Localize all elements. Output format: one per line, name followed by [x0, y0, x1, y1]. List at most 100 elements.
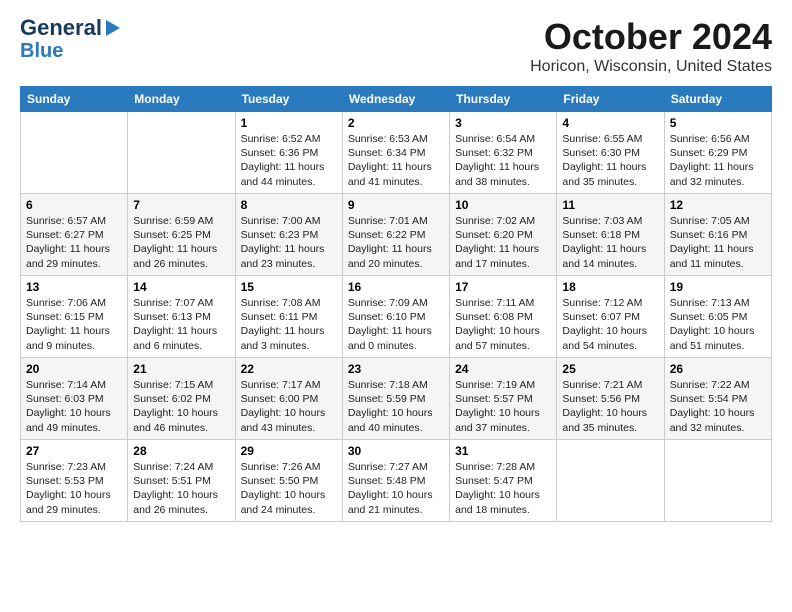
cell-content: Sunrise: 7:05 AMSunset: 6:16 PMDaylight:…: [670, 214, 766, 271]
day-number: 22: [241, 362, 337, 376]
table-row: 30 Sunrise: 7:27 AMSunset: 5:48 PMDayligh…: [342, 440, 449, 522]
cell-content: Sunrise: 7:12 AMSunset: 6:07 PMDaylight:…: [562, 296, 658, 353]
table-row: 5 Sunrise: 6:56 AMSunset: 6:29 PMDaylight…: [664, 112, 771, 194]
day-number: 27: [26, 444, 122, 458]
table-row: 13 Sunrise: 7:06 AMSunset: 6:15 PMDayligh…: [21, 276, 128, 358]
month-title: October 2024: [530, 16, 772, 58]
day-number: 17: [455, 280, 551, 294]
cell-content: Sunrise: 7:19 AMSunset: 5:57 PMDaylight:…: [455, 378, 551, 435]
day-number: 18: [562, 280, 658, 294]
cell-content: Sunrise: 7:13 AMSunset: 6:05 PMDaylight:…: [670, 296, 766, 353]
table-row: 9 Sunrise: 7:01 AMSunset: 6:22 PMDaylight…: [342, 194, 449, 276]
table-row: 28 Sunrise: 7:24 AMSunset: 5:51 PMDayligh…: [128, 440, 235, 522]
table-row: 17 Sunrise: 7:11 AMSunset: 6:08 PMDayligh…: [450, 276, 557, 358]
cell-content: Sunrise: 6:59 AMSunset: 6:25 PMDaylight:…: [133, 214, 229, 271]
table-row: 12 Sunrise: 7:05 AMSunset: 6:16 PMDayligh…: [664, 194, 771, 276]
table-row: 23 Sunrise: 7:18 AMSunset: 5:59 PMDayligh…: [342, 358, 449, 440]
table-row: 27 Sunrise: 7:23 AMSunset: 5:53 PMDayligh…: [21, 440, 128, 522]
day-number: 15: [241, 280, 337, 294]
cell-content: Sunrise: 6:55 AMSunset: 6:30 PMDaylight:…: [562, 132, 658, 189]
cell-content: Sunrise: 7:11 AMSunset: 6:08 PMDaylight:…: [455, 296, 551, 353]
cell-content: Sunrise: 7:28 AMSunset: 5:47 PMDaylight:…: [455, 460, 551, 517]
cell-content: Sunrise: 7:26 AMSunset: 5:50 PMDaylight:…: [241, 460, 337, 517]
day-number: 14: [133, 280, 229, 294]
cell-content: Sunrise: 7:01 AMSunset: 6:22 PMDaylight:…: [348, 214, 444, 271]
cell-content: Sunrise: 6:53 AMSunset: 6:34 PMDaylight:…: [348, 132, 444, 189]
cell-content: Sunrise: 7:03 AMSunset: 6:18 PMDaylight:…: [562, 214, 658, 271]
calendar-week-row: 20 Sunrise: 7:14 AMSunset: 6:03 PMDayligh…: [21, 358, 772, 440]
logo-blue: Blue: [20, 40, 63, 62]
cell-content: Sunrise: 7:14 AMSunset: 6:03 PMDaylight:…: [26, 378, 122, 435]
day-number: 28: [133, 444, 229, 458]
table-row: 6Sunrise: 6:57 AMSunset: 6:27 PMDaylight…: [21, 194, 128, 276]
calendar-header-row: Sunday Monday Tuesday Wednesday Thursday…: [21, 87, 772, 112]
day-number: 3: [455, 116, 551, 130]
cell-content: Sunrise: 6:54 AMSunset: 6:32 PMDaylight:…: [455, 132, 551, 189]
day-number: 24: [455, 362, 551, 376]
day-number: 4: [562, 116, 658, 130]
cell-content: Sunrise: 7:02 AMSunset: 6:20 PMDaylight:…: [455, 214, 551, 271]
day-number: 31: [455, 444, 551, 458]
table-row: 25 Sunrise: 7:21 AMSunset: 5:56 PMDayligh…: [557, 358, 664, 440]
table-row: 18 Sunrise: 7:12 AMSunset: 6:07 PMDayligh…: [557, 276, 664, 358]
day-number: 9: [348, 198, 444, 212]
table-row: 4 Sunrise: 6:55 AMSunset: 6:30 PMDaylight…: [557, 112, 664, 194]
day-number: 12: [670, 198, 766, 212]
table-row: 31 Sunrise: 7:28 AMSunset: 5:47 PMDayligh…: [450, 440, 557, 522]
cell-content: Sunrise: 7:27 AMSunset: 5:48 PMDaylight:…: [348, 460, 444, 517]
day-number: 25: [562, 362, 658, 376]
day-number: 29: [241, 444, 337, 458]
col-tuesday: Tuesday: [235, 87, 342, 112]
cell-content: Sunrise: 7:23 AMSunset: 5:53 PMDaylight:…: [26, 460, 122, 517]
day-number: 2: [348, 116, 444, 130]
day-number: 13: [26, 280, 122, 294]
day-number: 26: [670, 362, 766, 376]
cell-content: Sunrise: 7:08 AMSunset: 6:11 PMDaylight:…: [241, 296, 337, 353]
cell-content: Sunrise: 7:17 AMSunset: 6:00 PMDaylight:…: [241, 378, 337, 435]
col-saturday: Saturday: [664, 87, 771, 112]
day-number: 5: [670, 116, 766, 130]
table-row: 1 Sunrise: 6:52 AMSunset: 6:36 PMDaylight…: [235, 112, 342, 194]
col-wednesday: Wednesday: [342, 87, 449, 112]
table-row: [21, 112, 128, 194]
table-row: 16Sunrise: 7:09 AMSunset: 6:10 PMDayligh…: [342, 276, 449, 358]
day-number: 20: [26, 362, 122, 376]
title-area: October 2024 Horicon, Wisconsin, United …: [530, 16, 772, 76]
cell-content: Sunrise: 7:22 AMSunset: 5:54 PMDaylight:…: [670, 378, 766, 435]
cell-content: Sunrise: 7:24 AMSunset: 5:51 PMDaylight:…: [133, 460, 229, 517]
day-number: 21: [133, 362, 229, 376]
day-number: 23: [348, 362, 444, 376]
cell-content: Sunrise: 7:18 AMSunset: 5:59 PMDaylight:…: [348, 378, 444, 435]
logo-general: General: [20, 16, 102, 40]
table-row: 20 Sunrise: 7:14 AMSunset: 6:03 PMDayligh…: [21, 358, 128, 440]
day-number: 1: [241, 116, 337, 130]
page-header: General Blue October 2024 Horicon, Wisco…: [20, 16, 772, 76]
day-number: 7: [133, 198, 229, 212]
table-row: 2 Sunrise: 6:53 AMSunset: 6:34 PMDaylight…: [342, 112, 449, 194]
day-number: 8: [241, 198, 337, 212]
cell-content: Sunrise: 7:21 AMSunset: 5:56 PMDaylight:…: [562, 378, 658, 435]
table-row: 8Sunrise: 7:00 AMSunset: 6:23 PMDaylight…: [235, 194, 342, 276]
table-row: 22 Sunrise: 7:17 AMSunset: 6:00 PMDayligh…: [235, 358, 342, 440]
day-number: 11: [562, 198, 658, 212]
cell-content: Sunrise: 6:56 AMSunset: 6:29 PMDaylight:…: [670, 132, 766, 189]
cell-content: Sunrise: 6:52 AMSunset: 6:36 PMDaylight:…: [241, 132, 337, 189]
table-row: 24 Sunrise: 7:19 AMSunset: 5:57 PMDayligh…: [450, 358, 557, 440]
table-row: 15 Sunrise: 7:08 AMSunset: 6:11 PMDayligh…: [235, 276, 342, 358]
cell-content: Sunrise: 7:06 AMSunset: 6:15 PMDaylight:…: [26, 296, 122, 353]
day-number: 30: [348, 444, 444, 458]
calendar-week-row: 1 Sunrise: 6:52 AMSunset: 6:36 PMDaylight…: [21, 112, 772, 194]
cell-content: Sunrise: 7:07 AMSunset: 6:13 PMDaylight:…: [133, 296, 229, 353]
table-row: 19 Sunrise: 7:13 AMSunset: 6:05 PMDayligh…: [664, 276, 771, 358]
calendar-table: Sunday Monday Tuesday Wednesday Thursday…: [20, 86, 772, 522]
calendar-week-row: 6Sunrise: 6:57 AMSunset: 6:27 PMDaylight…: [21, 194, 772, 276]
table-row: 10Sunrise: 7:02 AMSunset: 6:20 PMDayligh…: [450, 194, 557, 276]
cell-content: Sunrise: 7:09 AMSunset: 6:10 PMDaylight:…: [348, 296, 444, 353]
day-number: 19: [670, 280, 766, 294]
logo: General Blue: [20, 16, 120, 62]
table-row: 21 Sunrise: 7:15 AMSunset: 6:02 PMDayligh…: [128, 358, 235, 440]
table-row: 3 Sunrise: 6:54 AMSunset: 6:32 PMDaylight…: [450, 112, 557, 194]
cell-content: Sunrise: 7:15 AMSunset: 6:02 PMDaylight:…: [133, 378, 229, 435]
cell-content: Sunrise: 6:57 AMSunset: 6:27 PMDaylight:…: [26, 214, 122, 271]
calendar-week-row: 27 Sunrise: 7:23 AMSunset: 5:53 PMDayligh…: [21, 440, 772, 522]
